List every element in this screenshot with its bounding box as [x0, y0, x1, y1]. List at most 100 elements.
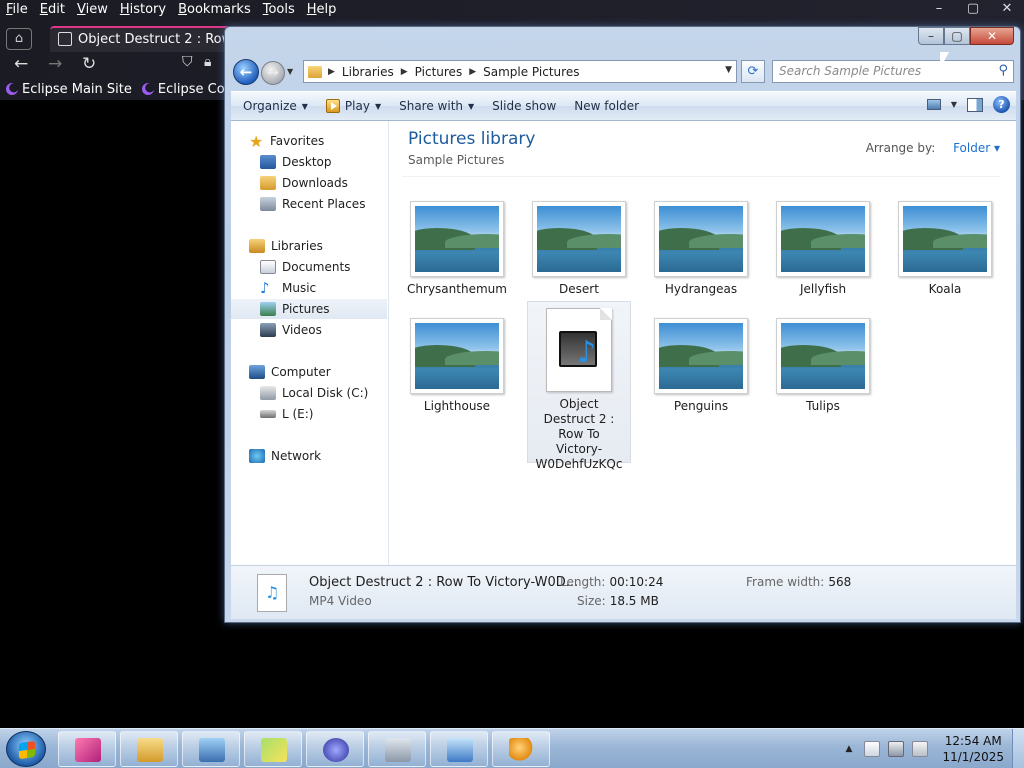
browser-close-button[interactable]: ✕: [990, 0, 1024, 20]
bookmark-eclipse-main[interactable]: Eclipse Main Site: [6, 80, 132, 98]
taskbar-app-button-3[interactable]: [306, 731, 364, 767]
file-item-video-selected[interactable]: ♪ Object Destruct 2 : Row To Victory-W0D…: [527, 301, 631, 471]
file-item-chrysanthemum[interactable]: Chrysanthemum: [405, 201, 509, 297]
chevron-right-icon[interactable]: ▶: [328, 67, 335, 77]
file-item-hydrangeas[interactable]: Hydrangeas: [649, 201, 753, 297]
nav-item-local-disk[interactable]: Local Disk (C:): [231, 383, 387, 403]
file-item-koala[interactable]: Koala: [893, 201, 997, 297]
taskbar-control-panel-button[interactable]: [182, 731, 240, 767]
taskbar-calculator-button[interactable]: [368, 731, 426, 767]
start-button[interactable]: [6, 731, 46, 767]
recent-pages-dropdown-icon[interactable]: ▼: [287, 67, 293, 76]
nav-item-network[interactable]: Network: [231, 446, 387, 466]
system-clock[interactable]: 12:54 AM 11/1/2025: [942, 733, 1004, 765]
details-file-name: Object Destruct 2 : Row To Victory-W0D..…: [309, 575, 579, 590]
computer-icon: [249, 365, 265, 379]
nav-item-pictures[interactable]: Pictures: [231, 299, 387, 319]
preview-pane-icon[interactable]: [967, 97, 983, 112]
browser-minimize-button[interactable]: –: [922, 0, 956, 20]
taskbar-app-button[interactable]: [58, 731, 116, 767]
file-item-label: Desert: [559, 282, 599, 296]
nav-item-computer[interactable]: Computer: [231, 362, 387, 382]
nav-item-downloads[interactable]: Downloads: [231, 173, 387, 193]
refresh-button[interactable]: ⟳: [741, 60, 765, 83]
tab-list-icon[interactable]: ⌂: [6, 28, 32, 50]
breadcrumb-sample-pictures[interactable]: Sample Pictures: [483, 65, 579, 79]
search-input[interactable]: Search Sample Pictures ⚲: [772, 60, 1014, 83]
taskbar-app-button-2[interactable]: [244, 731, 302, 767]
explorer-minimize-button[interactable]: –: [918, 27, 944, 45]
share-with-button[interactable]: Share with ▼: [390, 99, 483, 113]
forward-arrow-icon[interactable]: →: [48, 54, 62, 74]
play-button[interactable]: Play ▼: [317, 99, 390, 113]
shield-icon[interactable]: ⛉: [182, 54, 193, 70]
chevron-right-icon[interactable]: ▶: [401, 67, 408, 77]
arrange-by-dropdown[interactable]: Folder ▾: [953, 141, 1000, 155]
nav-item-drive-e[interactable]: L (E:): [231, 404, 387, 424]
browser-tabbar: ⌂ Object Destruct 2 : Row To: [0, 26, 240, 52]
lock-icon[interactable]: 🔒︎: [204, 54, 211, 70]
browser-tab-active[interactable]: Object Destruct 2 : Row To: [50, 26, 230, 52]
file-item-tulips[interactable]: Tulips: [771, 318, 875, 414]
file-item-lighthouse[interactable]: Lighthouse: [405, 318, 509, 414]
file-item-penguins[interactable]: Penguins: [649, 318, 753, 414]
menu-help[interactable]: Help: [301, 0, 343, 20]
menu-bookmarks[interactable]: Bookmarks: [172, 0, 257, 20]
address-bar[interactable]: ▶ Libraries ▶ Pictures ▶ Sample Pictures…: [303, 60, 737, 83]
change-view-icon[interactable]: [926, 99, 941, 110]
nav-item-music[interactable]: ♪ Music: [231, 278, 387, 298]
help-icon[interactable]: ?: [993, 96, 1010, 113]
nav-item-videos[interactable]: Videos: [231, 320, 387, 340]
browser-maximize-button[interactable]: ▢: [956, 0, 990, 20]
image-thumbnail: [410, 201, 504, 277]
file-item-desert[interactable]: Desert: [527, 201, 631, 297]
taskbar: ▲ 12:54 AM 11/1/2025: [0, 728, 1024, 768]
file-item-label: Hydrangeas: [664, 282, 738, 296]
folder-icon: [137, 738, 163, 762]
library-title: Pictures library: [408, 129, 536, 149]
details-frame-width: Frame width: 568: [746, 575, 852, 589]
clock-time: 12:54 AM: [944, 734, 1002, 748]
breadcrumb-libraries[interactable]: Libraries: [342, 65, 394, 79]
view-options-dropdown-icon[interactable]: ▼: [951, 100, 957, 109]
calculator-icon: [385, 738, 411, 762]
action-center-icon[interactable]: [864, 741, 881, 757]
menu-history[interactable]: History: [114, 0, 172, 20]
libraries-icon: [249, 239, 265, 253]
search-icon[interactable]: ⚲: [998, 63, 1008, 78]
explorer-close-button[interactable]: ✕: [970, 27, 1014, 45]
nav-item-libraries[interactable]: Libraries: [231, 236, 387, 256]
nav-item-favorites[interactable]: ★ Favorites: [231, 131, 387, 151]
removable-drive-icon: [260, 410, 276, 418]
file-item-label: Lighthouse: [423, 399, 491, 413]
taskbar-network-button[interactable]: [430, 731, 488, 767]
new-folder-button[interactable]: New folder: [565, 99, 648, 113]
forward-button[interactable]: →: [261, 61, 285, 85]
breadcrumb-pictures[interactable]: Pictures: [415, 65, 463, 79]
address-dropdown-icon[interactable]: ▼: [725, 65, 732, 75]
organize-button[interactable]: Organize ▼: [231, 99, 317, 113]
back-arrow-icon[interactable]: ←: [14, 54, 28, 74]
menu-view[interactable]: View: [71, 0, 114, 20]
reload-icon[interactable]: ↻: [82, 54, 96, 74]
show-hidden-icons-icon[interactable]: ▲: [846, 744, 853, 754]
nav-item-documents[interactable]: Documents: [231, 257, 387, 277]
file-list-pane: Pictures library Sample Pictures Arrange…: [390, 121, 1016, 565]
nav-item-desktop[interactable]: Desktop: [231, 152, 387, 172]
slide-show-button[interactable]: Slide show: [483, 99, 565, 113]
taskbar-explorer-button[interactable]: [120, 731, 178, 767]
nav-item-recent-places[interactable]: Recent Places: [231, 194, 387, 214]
show-desktop-button[interactable]: [1012, 729, 1024, 768]
network-status-icon[interactable]: [888, 741, 905, 757]
back-button[interactable]: ←: [233, 59, 259, 85]
menu-tools[interactable]: Tools: [257, 0, 301, 20]
explorer-maximize-button[interactable]: ▢: [944, 27, 970, 45]
menu-edit[interactable]: Edit: [34, 0, 71, 20]
file-item-jellyfish[interactable]: Jellyfish: [771, 201, 875, 297]
taskbar-search-button[interactable]: [492, 731, 550, 767]
chevron-right-icon[interactable]: ▶: [469, 67, 476, 77]
menu-file[interactable]: File: [0, 0, 34, 20]
clock-date: 11/1/2025: [942, 750, 1004, 764]
image-thumbnail: [776, 201, 870, 277]
volume-muted-icon[interactable]: [912, 741, 929, 757]
